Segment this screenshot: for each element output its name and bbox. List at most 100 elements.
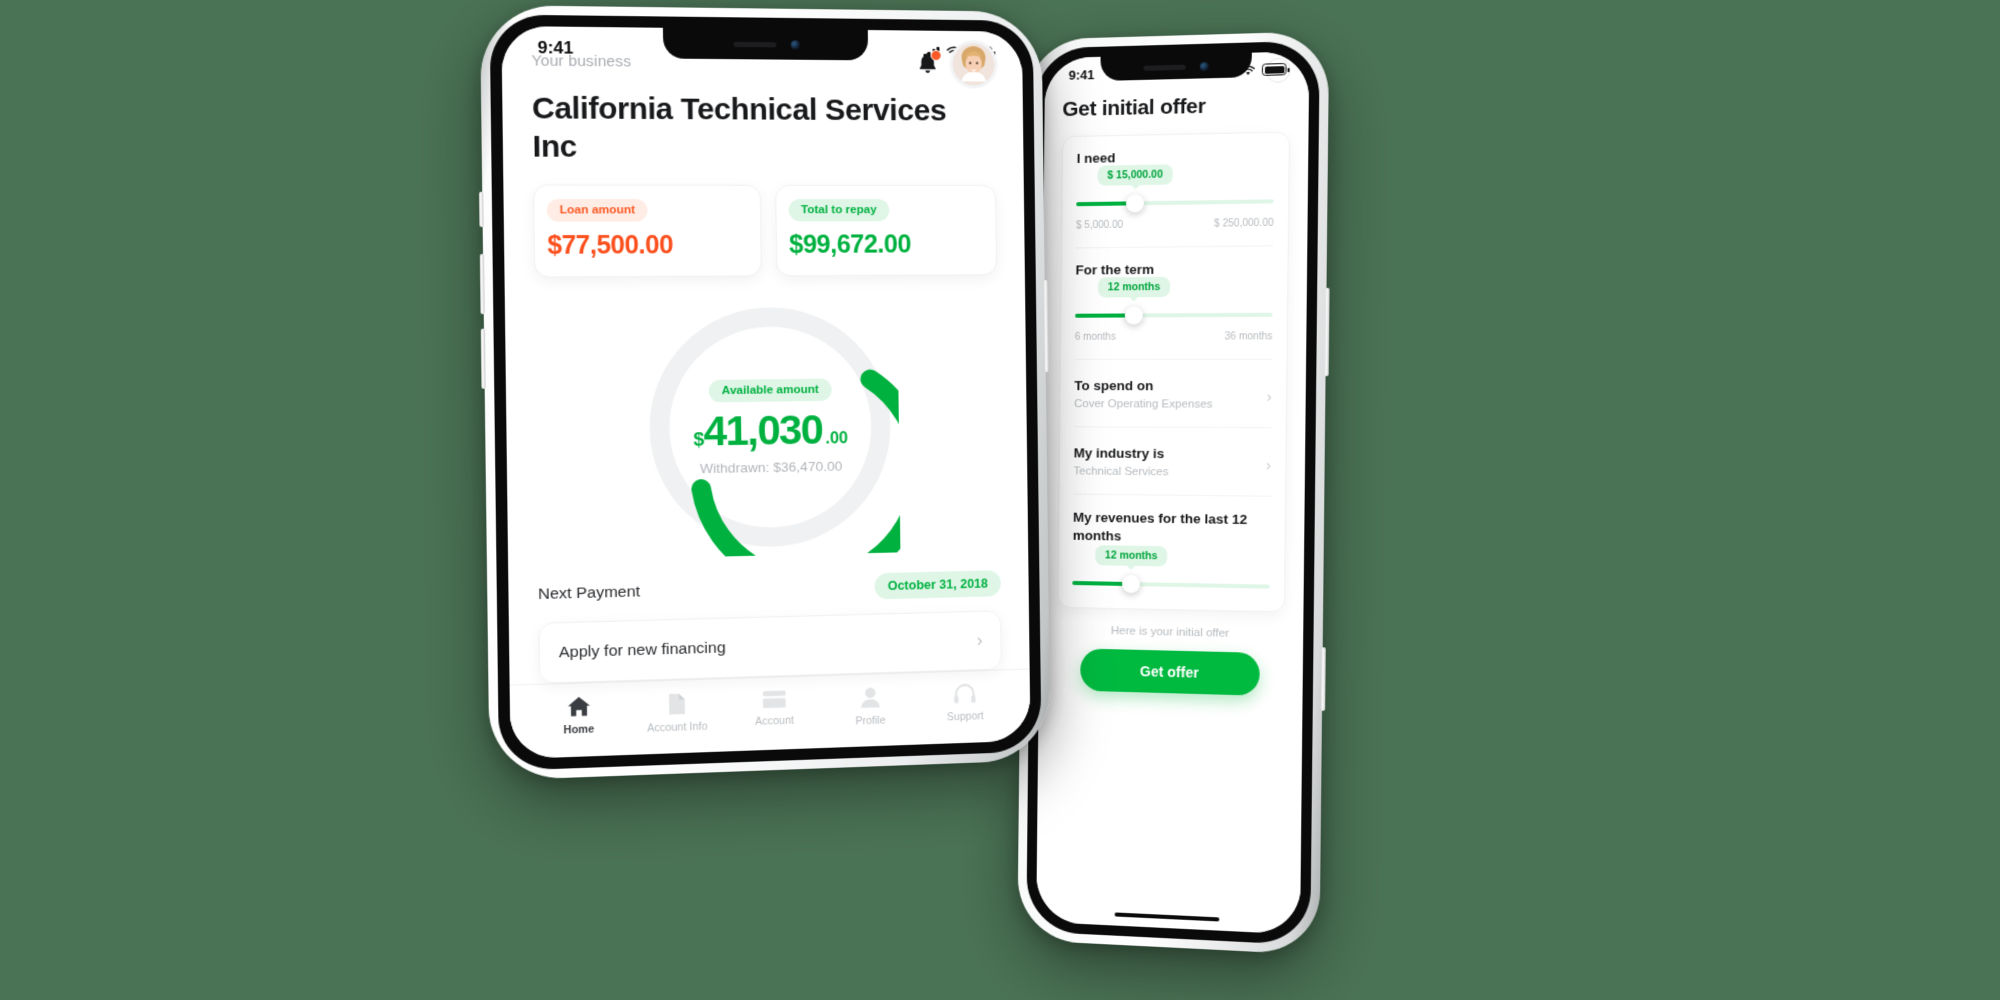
divider-2 — [1074, 358, 1273, 360]
tab-account-label: Account — [755, 714, 794, 729]
spend-on-value: Cover Operating Expenses — [1074, 398, 1213, 411]
term-slider-label: For the term — [1075, 261, 1155, 278]
divider-3 — [1073, 426, 1272, 429]
business-eyebrow-label: Your business — [531, 51, 632, 71]
status-time-back: 9:41 — [1068, 66, 1095, 83]
avatar[interactable] — [952, 43, 995, 86]
revenue-slider[interactable]: 12 months — [1072, 545, 1270, 601]
front-camera-icon — [1199, 61, 1209, 71]
tab-home[interactable]: Home — [529, 695, 629, 738]
side-button-back[interactable] — [1321, 647, 1326, 711]
offer-inputs-panel: I need $ 15,000.00 $ 5,000.00 $ 250,000.… — [1057, 131, 1290, 613]
status-bar-back: 9:41 — [1045, 51, 1310, 92]
next-payment-label: Next Payment — [537, 583, 641, 604]
offer-page-title: Get initial offer — [1062, 94, 1206, 122]
tab-account[interactable]: Account — [726, 688, 823, 729]
term-slider-max: 36 months — [1224, 331, 1273, 343]
amount-slider-range: $ 5,000.00 $ 250,000.00 — [1076, 218, 1274, 232]
home-indicator-back[interactable] — [1114, 912, 1220, 922]
apply-for-financing-label: Apply for new financing — [558, 638, 726, 662]
home-indicator-front[interactable] — [705, 740, 844, 746]
amount-slider-max: $ 250,000.00 — [1213, 217, 1274, 230]
screenshot-stage: 9:41 Get initial offer I need $ 15,000.0… — [0, 0, 2000, 1000]
volume-down-front[interactable] — [480, 328, 486, 389]
amount-slider[interactable]: $ 15,000.00 — [1076, 164, 1274, 218]
amount-slider-tooltip: $ 15,000.00 — [1097, 164, 1174, 186]
term-slider-knob[interactable] — [1124, 306, 1143, 325]
tab-account-info-label: Account Info — [646, 720, 708, 735]
volume-up-front[interactable] — [479, 253, 485, 315]
total-to-repay-card: Total to repay $99,672.00 — [775, 184, 998, 277]
divider-1 — [1075, 245, 1274, 249]
available-amount-value: $ 41,030 .00 — [693, 406, 848, 456]
amount-slider-min: $ 5,000.00 — [1075, 219, 1124, 232]
industry-value: Technical Services — [1073, 465, 1169, 479]
dashboard-header: Your business — [531, 39, 995, 86]
phone-device-front: 9:41 Your business California Technical … — [479, 5, 1051, 781]
available-integer: 41,030 — [703, 406, 823, 455]
term-slider-min: 6 months — [1074, 331, 1116, 343]
spend-on-label: To spend on — [1074, 378, 1154, 394]
business-dashboard-screen: 9:41 Your business California Technical … — [501, 25, 1031, 760]
dashboard-body: Your business California Technical Servi… — [501, 26, 1029, 685]
header-actions — [916, 43, 995, 86]
power-button-back[interactable] — [1324, 287, 1330, 377]
tab-account-info[interactable]: Account Info — [628, 691, 726, 735]
bell-icon[interactable] — [916, 49, 942, 76]
next-payment-row: Next Payment October 31, 2018 — [538, 570, 1001, 608]
phone-screen-front: 9:41 Your business California Technical … — [501, 25, 1031, 760]
notification-badge — [930, 49, 942, 62]
revenue-slider-group: My revenues for the last 12 months 12 mo… — [1072, 509, 1270, 602]
donut-center-labels: Available amount $ 41,030 .00 Withdrawn:… — [639, 298, 900, 558]
revenue-slider-knob[interactable] — [1121, 575, 1140, 594]
term-slider-range: 6 months 36 months — [1075, 331, 1273, 343]
amount-slider-group: I need $ 15,000.00 $ 5,000.00 $ 250,000.… — [1076, 147, 1274, 231]
person-icon — [860, 687, 880, 709]
revenue-slider-label: My revenues for the last 12 months — [1072, 509, 1248, 544]
chevron-right-icon: › — [1265, 456, 1272, 475]
notch-back — [1100, 52, 1252, 81]
document-icon — [669, 693, 686, 715]
term-slider-group: For the term 12 months 6 months 36 month… — [1075, 261, 1273, 343]
earpiece-speaker-icon — [1142, 64, 1186, 71]
total-to-repay-value: $99,672.00 — [788, 230, 912, 260]
summary-cards: Loan amount $77,500.00 Total to repay $9… — [532, 184, 998, 278]
total-to-repay-badge: Total to repay — [788, 199, 889, 222]
mute-switch-front[interactable] — [479, 191, 484, 228]
phone-device-back: 9:41 Get initial offer I need $ 15,000.0… — [1017, 31, 1330, 956]
chevron-right-icon: › — [1266, 388, 1272, 406]
tab-support-label: Support — [946, 710, 984, 724]
get-offer-button[interactable]: Get offer — [1080, 648, 1260, 697]
tab-support[interactable]: Support — [918, 682, 1013, 724]
amount-slider-label: I need — [1076, 150, 1116, 167]
loan-amount-card: Loan amount $77,500.00 — [532, 184, 762, 278]
industry-row[interactable]: My industry is Technical Services › — [1073, 445, 1271, 479]
tab-home-label: Home — [563, 723, 595, 737]
home-icon — [567, 696, 590, 717]
next-payment-date-badge: October 31, 2018 — [874, 570, 1001, 600]
industry-label: My industry is — [1073, 445, 1165, 462]
revenue-slider-tooltip: 12 months — [1094, 545, 1168, 567]
get-initial-offer-screen: 9:41 Get initial offer I need $ 15,000.0… — [1036, 51, 1310, 935]
term-slider[interactable]: 12 months — [1075, 276, 1273, 330]
divider-4 — [1073, 493, 1271, 497]
available-amount-badge: Available amount — [708, 378, 833, 403]
term-slider-tooltip: 12 months — [1097, 276, 1171, 298]
card-icon — [762, 690, 786, 709]
page-title: California Technical Services Inc — [531, 91, 947, 164]
tab-profile[interactable]: Profile — [822, 685, 918, 729]
chevron-right-icon: › — [976, 630, 983, 651]
available-decimal: .00 — [825, 430, 849, 448]
withdrawn-label: Withdrawn: $36,470.00 — [699, 458, 843, 477]
amount-slider-knob[interactable] — [1125, 194, 1144, 213]
offer-form-body: ? Get initial offer I need $ 15,000.00 — [1037, 51, 1310, 907]
loan-amount-value: $77,500.00 — [547, 230, 674, 261]
offer-footnote: Here is your initial offer — [1110, 625, 1230, 641]
headset-icon — [953, 683, 976, 704]
phone-screen-back: 9:41 Get initial offer I need $ 15,000.0… — [1036, 51, 1310, 935]
loan-amount-badge: Loan amount — [546, 199, 648, 222]
currency-symbol: $ — [693, 429, 703, 451]
spend-on-row[interactable]: To spend on Cover Operating Expenses › — [1074, 378, 1272, 411]
tab-profile-label: Profile — [855, 714, 886, 728]
battery-icon — [1261, 62, 1287, 76]
